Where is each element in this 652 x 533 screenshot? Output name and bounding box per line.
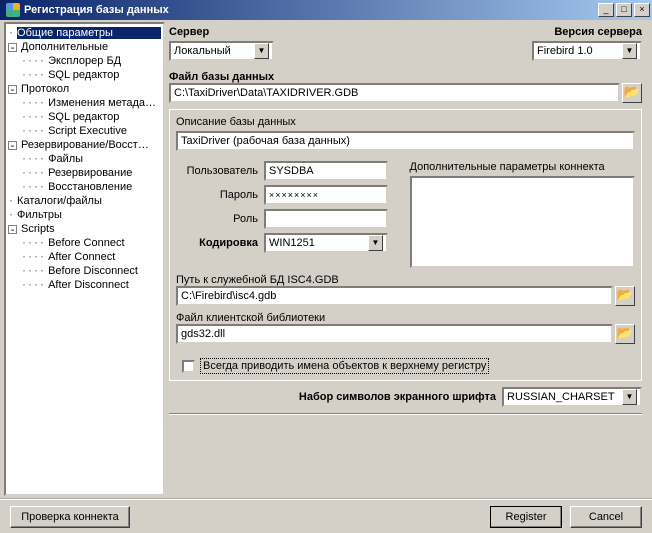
dbfile-input[interactable]: C:\TaxiDriver\Data\TAXIDRIVER.GDB [169, 83, 620, 103]
dbfile-label: Файл базы данных [169, 71, 274, 83]
collapse-icon[interactable]: - [8, 85, 17, 94]
chevron-down-icon: ▼ [622, 389, 637, 405]
isc-browse-button[interactable]: 📂 [615, 286, 635, 306]
tree-item-catalogs[interactable]: ·Каталоги/файлы [6, 194, 163, 208]
version-combo[interactable]: Firebird 1.0 ▼ [532, 41, 642, 61]
button-bar: Проверка коннекта Register Cancel [0, 498, 652, 533]
tree-item-metadata[interactable]: ····Изменения метадан… [19, 96, 163, 110]
collapse-icon[interactable]: - [8, 43, 17, 52]
tree-item-protocol[interactable]: -Протокол [6, 82, 163, 96]
desc-label: Описание базы данных [176, 116, 296, 128]
extra-params-textarea[interactable] [410, 176, 636, 268]
enc-combo[interactable]: WIN1251▼ [264, 233, 388, 253]
enc-label: Кодировка [176, 237, 258, 249]
isc-label: Путь к служебной БД ISC4.GDB [176, 274, 339, 286]
tree-item-backup-do[interactable]: ····Резервирование [19, 166, 163, 180]
close-button[interactable]: × [634, 3, 650, 17]
register-button[interactable]: Register [490, 506, 562, 528]
cancel-button[interactable]: Cancel [570, 506, 642, 528]
desc-input[interactable]: TaxiDriver (рабочая база данных) [176, 131, 635, 151]
tree-item-restore[interactable]: ····Восстановление [19, 180, 163, 194]
tree-item-script-exec[interactable]: ····Script Executive [19, 124, 163, 138]
folder-icon: 📂 [624, 84, 640, 99]
pass-label: Пароль [176, 189, 258, 201]
server-label: Сервер [169, 26, 209, 38]
tree-item-before-connect[interactable]: ····Before Connect [19, 236, 163, 250]
dbfile-browse-button[interactable]: 📂 [622, 83, 642, 103]
tree-item-after-connect[interactable]: ····After Connect [19, 250, 163, 264]
titlebar: Регистрация базы данных _ □ × [0, 0, 652, 20]
tree-item-sql-editor-1[interactable]: ····SQL редактор [19, 68, 163, 82]
lib-label: Файл клиентской библиотеки [176, 312, 325, 324]
collapse-icon[interactable]: - [8, 141, 17, 150]
user-input[interactable]: SYSDBA [264, 161, 388, 181]
role-input[interactable] [264, 209, 388, 229]
uppercase-checkbox[interactable] [182, 360, 195, 373]
extra-label: Дополнительные параметры коннекта [410, 161, 605, 173]
server-value: Локальный [174, 45, 231, 57]
tree-item-after-disconnect[interactable]: ····After Disconnect [19, 278, 163, 292]
user-label: Пользователь [176, 165, 258, 177]
collapse-icon[interactable]: - [8, 225, 17, 234]
folder-icon: 📂 [617, 325, 633, 340]
tree-item-sql-editor-2[interactable]: ····SQL редактор [19, 110, 163, 124]
lib-browse-button[interactable]: 📂 [615, 324, 635, 344]
role-label: Роль [176, 213, 258, 225]
chevron-down-icon: ▼ [368, 235, 383, 251]
maximize-button[interactable]: □ [616, 3, 632, 17]
version-label: Версия сервера [554, 26, 642, 38]
tree-item-explorer[interactable]: ····Эксплорер БД [19, 54, 163, 68]
chevron-down-icon: ▼ [254, 43, 269, 59]
lib-input[interactable]: gds32.dll [176, 324, 613, 344]
folder-icon: 📂 [617, 287, 633, 302]
charset-combo[interactable]: RUSSIAN_CHARSET ▼ [502, 387, 642, 407]
tree-item-general[interactable]: ·Общие параметры [6, 26, 163, 40]
tree-item-before-disconnect[interactable]: ····Before Disconnect [19, 264, 163, 278]
pass-input[interactable]: ×××××××× [264, 185, 388, 205]
minimize-button[interactable]: _ [598, 3, 614, 17]
tree-item-additional[interactable]: -Дополнительные [6, 40, 163, 54]
tree-item-backup[interactable]: -Резервирование/Восст… [6, 138, 163, 152]
form-panel: Сервер Версия сервера Локальный ▼ Firebi… [167, 20, 652, 498]
charset-label: Набор символов экранного шрифта [299, 391, 496, 403]
chevron-down-icon: ▼ [622, 43, 637, 59]
uppercase-label: Всегда приводить имена объектов к верхне… [200, 358, 489, 374]
server-combo[interactable]: Локальный ▼ [169, 41, 274, 61]
app-icon [6, 3, 20, 17]
window-title: Регистрация базы данных [24, 4, 598, 16]
test-connection-button[interactable]: Проверка коннекта [10, 506, 130, 528]
version-value: Firebird 1.0 [537, 45, 593, 57]
tree-item-scripts[interactable]: -Scripts [6, 222, 163, 236]
isc-input[interactable]: C:\Firebird\isc4.gdb [176, 286, 613, 306]
category-tree[interactable]: ·Общие параметры -Дополнительные ····Экс… [4, 22, 165, 496]
tree-item-files[interactable]: ····Файлы [19, 152, 163, 166]
tree-item-filters[interactable]: ·Фильтры [6, 208, 163, 222]
